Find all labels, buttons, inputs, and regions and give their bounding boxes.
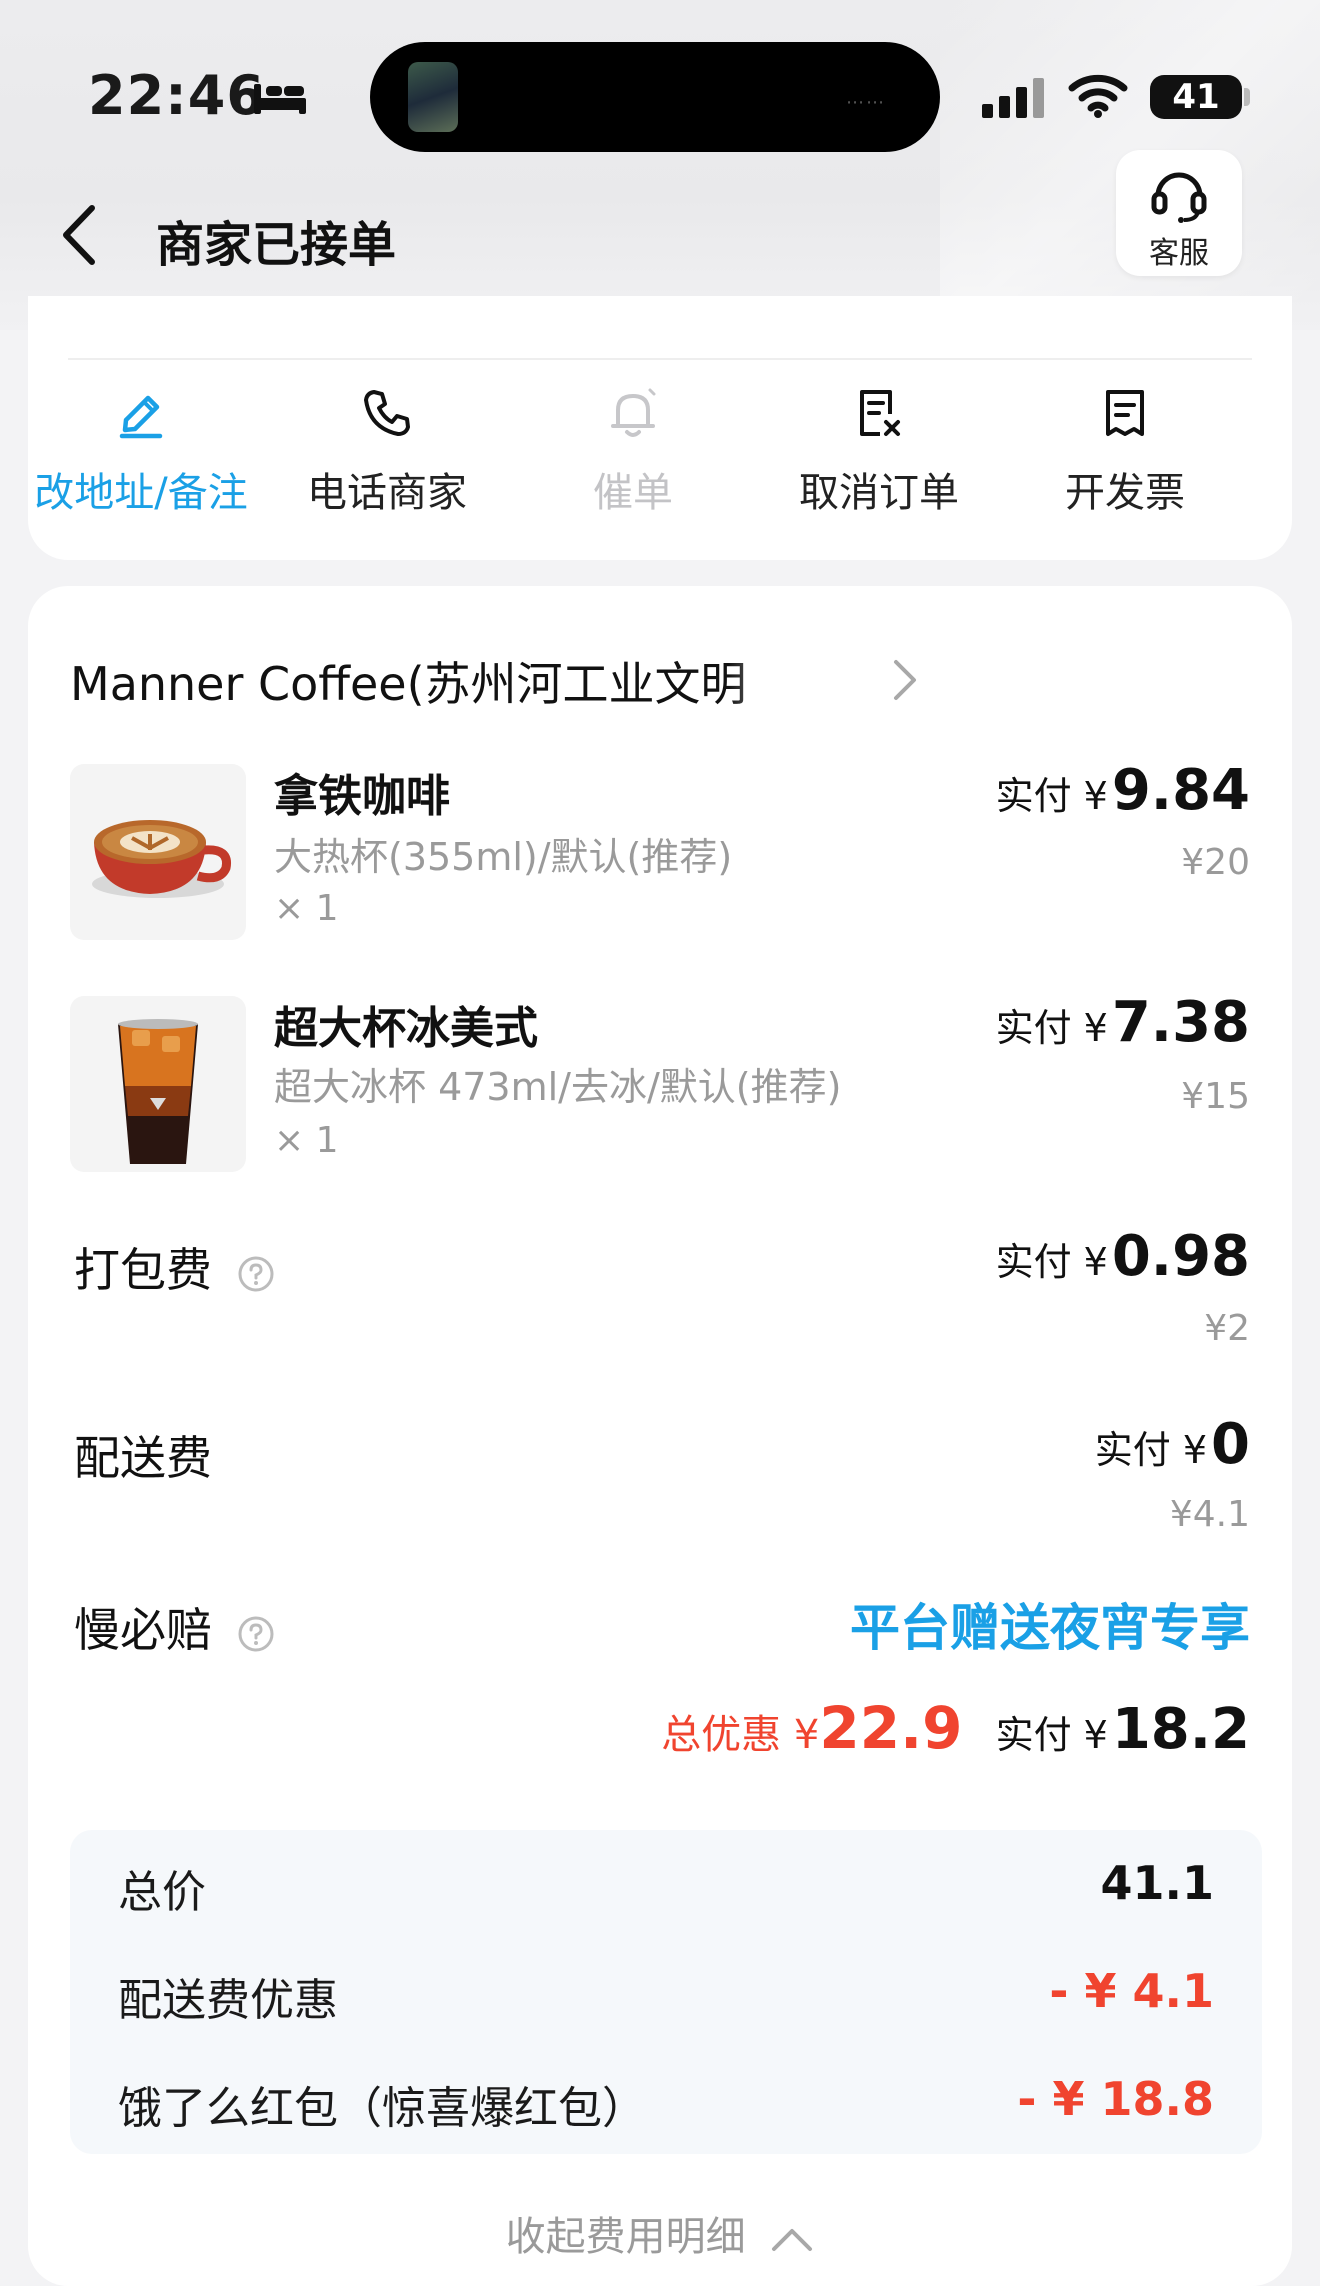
packing-fee-text: 打包费 [74, 1243, 212, 1297]
total-discount-amount: 22.9 [819, 1694, 963, 1762]
change-address-note-button[interactable]: 改地址/备注 [26, 386, 256, 518]
latte-image[interactable] [70, 764, 246, 940]
store-name-fade [728, 646, 848, 706]
cancel-order-button[interactable]: 取消订单 [764, 386, 994, 518]
chevron-right-icon[interactable] [890, 656, 920, 704]
headset-icon [1151, 172, 1207, 223]
fee-breakdown: 总价 41.1 配送费优惠 - ¥ 4.1 饿了么红包（惊喜爆红包） - ¥ 1… [70, 1830, 1262, 2154]
edit-address-icon [119, 395, 163, 439]
breakdown-value: 41.1 [1100, 1856, 1215, 1910]
change-address-note-label: 改地址/备注 [34, 470, 248, 516]
item-name: 拿铁咖啡 [274, 771, 450, 822]
store-name-link[interactable]: Manner Coffee(苏州河工业文明 [70, 648, 830, 714]
collapse-fee-detail-button[interactable]: 收起费用明细 [28, 2204, 1292, 2262]
cancel-order-label: 取消订单 [799, 470, 959, 516]
help-icon[interactable] [237, 1255, 275, 1293]
total-paid-label: 实付 ¥ [995, 1713, 1108, 1757]
paid-label: 实付 ¥ [995, 1240, 1108, 1284]
total-paid-amount: 18.2 [1111, 1697, 1250, 1762]
issue-invoice-button[interactable]: 开发票 [1010, 386, 1240, 518]
item-quantity: × 1 [274, 1120, 339, 1161]
order-actions-card: 改地址/备注 电话商家 催单 取消订单 开发票 [28, 296, 1292, 560]
paid-label: 实付 ¥ [1094, 1428, 1208, 1472]
order-detail-card: Manner Coffee(苏州河工业文明 拿铁咖啡 大热杯(355ml)/默认… [28, 586, 1292, 2286]
issue-invoice-label: 开发票 [1065, 470, 1185, 516]
item-spec: 超大冰杯 473ml/去冰/默认(推荐) [274, 1065, 842, 1109]
breakdown-label: 总价 [118, 1867, 206, 1918]
paid-amount: 7.38 [1111, 990, 1250, 1055]
call-merchant-label: 电话商家 [307, 470, 467, 516]
page-title: 商家已接单 [156, 217, 397, 273]
call-merchant-button[interactable]: 电话商家 [272, 386, 502, 518]
slow-compensation-text: 慢必赔 [74, 1603, 212, 1657]
divider [68, 358, 1252, 360]
customer-service-button[interactable]: 客服 [1116, 150, 1242, 276]
packing-fee-original: ¥2 [1204, 1308, 1250, 1349]
invoice-icon [1106, 390, 1144, 436]
dynamic-island[interactable]: ⋯⋯ [370, 42, 940, 152]
item-original-price: ¥15 [1181, 1076, 1250, 1117]
iced-americano-image[interactable] [70, 996, 246, 1172]
sleep-bed-icon [254, 84, 306, 114]
breakdown-value: - ¥ 4.1 [1049, 1964, 1214, 2018]
breakdown-value: - ¥ 18.8 [1017, 2072, 1214, 2126]
battery-tip [1244, 88, 1250, 106]
item-paid-price: 实付 ¥9.84 [996, 758, 1250, 823]
packing-fee-label: 打包费 [74, 1234, 275, 1300]
collapse-fee-detail-label: 收起费用明细 [505, 2214, 746, 2260]
packing-fee-paid: 实付 ¥0.98 [996, 1224, 1250, 1289]
breakdown-label: 饿了么红包（惊喜爆红包） [118, 2083, 646, 2134]
back-arrow-icon[interactable] [56, 200, 106, 270]
paid-label: 实付 ¥ [995, 1006, 1108, 1050]
phone-icon [364, 390, 410, 436]
total-discount-label: 总优惠 ¥ [661, 1712, 820, 1758]
paid-amount: 0 [1211, 1412, 1250, 1477]
wifi-icon [1068, 74, 1128, 118]
urge-order-label: 催单 [593, 470, 673, 516]
cellular-signal-icon [982, 78, 1044, 118]
paid-label: 实付 ¥ [995, 774, 1108, 818]
item-quantity: × 1 [274, 888, 339, 929]
battery-indicator: 41 [1150, 75, 1242, 119]
item-paid-price: 实付 ¥7.38 [996, 990, 1250, 1055]
customer-service-label: 客服 [1149, 236, 1209, 271]
item-spec: 大热杯(355ml)/默认(推荐) [274, 835, 733, 879]
now-playing-dots-icon: ⋯⋯ [846, 92, 886, 113]
delivery-fee-original: ¥4.1 [1169, 1494, 1250, 1535]
status-time: 22:46 [88, 64, 265, 127]
slow-compensation-label: 慢必赔 [74, 1594, 275, 1660]
item-name: 超大杯冰美式 [274, 1003, 538, 1054]
bell-icon [611, 388, 656, 437]
now-playing-artwork [408, 62, 458, 132]
help-icon[interactable] [237, 1615, 275, 1653]
paid-amount: 9.84 [1111, 758, 1250, 823]
paid-amount: 0.98 [1111, 1224, 1250, 1289]
delivery-fee-paid: 实付 ¥0 [1095, 1412, 1250, 1477]
item-original-price: ¥20 [1181, 842, 1250, 883]
cancel-order-icon [860, 390, 900, 436]
order-total-row: 总优惠 ¥22.9 实付 ¥18.2 [661, 1694, 1250, 1762]
slow-compensation-promo: 平台赠送夜宵专享 [850, 1599, 1250, 1657]
breakdown-label: 配送费优惠 [118, 1975, 338, 2026]
delivery-fee-label: 配送费 [74, 1431, 212, 1485]
urge-order-button[interactable]: 催单 [518, 386, 748, 518]
